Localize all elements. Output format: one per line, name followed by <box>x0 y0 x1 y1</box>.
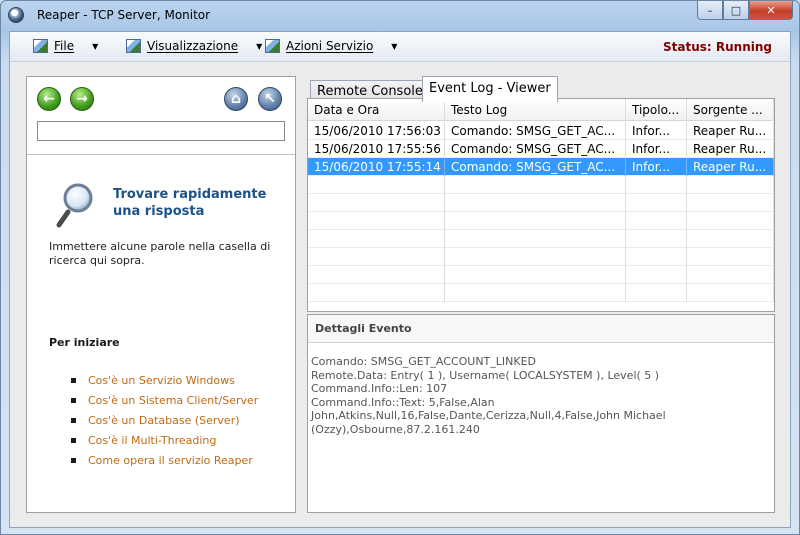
cell-type: Infor... <box>626 140 687 158</box>
up-arrow-icon[interactable]: ↖ <box>258 87 282 111</box>
cell-text: Comando: SMSG_GET_AC... <box>445 158 626 176</box>
cell-source: Reaper Ru... <box>687 158 774 176</box>
empty-row <box>308 176 774 194</box>
table-row[interactable]: 15/06/2010 17:55:56 Comando: SMSG_GET_AC… <box>308 140 774 158</box>
home-icon[interactable]: ⌂ <box>224 87 248 111</box>
minimize-button[interactable]: – <box>697 1 723 20</box>
table-header: Data e Ora Testo Log Tipolo... Sorgente … <box>308 99 774 121</box>
help-toolbar: ← → ⌂ ↖ <box>27 77 295 155</box>
cell-type: Infor... <box>626 122 687 140</box>
picture-icon <box>33 39 48 53</box>
event-details-title: Dettagli Evento <box>308 315 774 343</box>
event-log-table: Data e Ora Testo Log Tipolo... Sorgente … <box>307 98 775 312</box>
cell-date: 15/06/2010 17:56:03 <box>308 122 445 140</box>
cell-text: Comando: SMSG_GET_AC... <box>445 122 626 140</box>
picture-icon <box>265 39 280 53</box>
cell-date: 15/06/2010 17:55:56 <box>308 140 445 158</box>
menu-azioni-servizio[interactable]: Azioni Servizio ▼ <box>265 39 397 53</box>
menu-file[interactable]: File ▼ <box>33 39 98 53</box>
window-controls: – □ ✕ <box>697 1 793 21</box>
help-link-reaper[interactable]: Come opera il servizio Reaper <box>67 450 258 470</box>
details-line: Remote.Data: Entry( 1 ), Username( LOCAL… <box>311 368 660 382</box>
title-bar[interactable]: Reaper - TCP Server, Monitor – □ ✕ <box>1 1 799 29</box>
cell-text: Comando: SMSG_GET_AC... <box>445 140 626 158</box>
cell-type: Infor... <box>626 158 687 176</box>
picture-icon <box>126 39 141 53</box>
details-line: Command.Info::Text: 5,False,Alan <box>311 395 495 409</box>
details-line: (Ozzy),Osbourne,87.2.161.240 <box>311 422 480 436</box>
empty-row <box>308 284 774 302</box>
menu-visualizzazione-label: Visualizzazione <box>147 39 239 53</box>
help-links-list: Cos'è un Servizio Windows Cos'è un Siste… <box>67 370 258 470</box>
chevron-down-icon[interactable]: ▼ <box>391 42 397 51</box>
column-header-type[interactable]: Tipolo... <box>626 99 687 121</box>
cell-date: 15/06/2010 17:55:14 <box>308 158 445 176</box>
table-row[interactable]: 15/06/2010 17:56:03 Comando: SMSG_GET_AC… <box>308 122 774 140</box>
event-details-panel: Dettagli Evento Comando: SMSG_GET_ACCOUN… <box>307 314 775 513</box>
help-description: Immettere alcune parole nella casella di… <box>49 240 271 267</box>
window-title: Reaper - TCP Server, Monitor <box>37 8 211 22</box>
empty-row <box>308 230 774 248</box>
chevron-down-icon[interactable]: ▼ <box>92 42 98 51</box>
cell-source: Reaper Ru... <box>687 140 774 158</box>
menu-visualizzazione[interactable]: Visualizzazione ▼ <box>126 39 262 53</box>
column-header-source[interactable]: Sorgente ... <box>687 99 774 121</box>
client-area: File ▼ Visualizzazione ▼ Azioni Servizio… <box>9 31 791 528</box>
help-link-multi-threading[interactable]: Cos'è il Multi-Threading <box>67 430 258 450</box>
menu-bar: File ▼ Visualizzazione ▼ Azioni Servizio… <box>10 32 790 62</box>
empty-row <box>308 266 774 284</box>
column-header-text[interactable]: Testo Log <box>445 99 626 121</box>
forward-arrow-icon[interactable]: → <box>70 87 94 111</box>
details-line: John,Atkins,Null,16,False,Dante,Cerizza,… <box>311 409 666 422</box>
close-button[interactable]: ✕ <box>749 1 793 20</box>
empty-row <box>308 194 774 212</box>
back-arrow-icon[interactable]: ← <box>37 87 61 111</box>
chevron-down-icon[interactable]: ▼ <box>256 42 262 51</box>
event-details-text[interactable]: Comando: SMSG_GET_ACCOUNT_LINKED Remote.… <box>311 355 771 436</box>
app-icon[interactable] <box>8 7 24 23</box>
magnifier-icon <box>56 183 93 228</box>
menu-azioni-servizio-label: Azioni Servizio <box>286 39 374 53</box>
help-link-client-server[interactable]: Cos'è un Sistema Client/Server <box>67 390 258 410</box>
details-line: Comando: SMSG_GET_ACCOUNT_LINKED <box>311 355 537 368</box>
status-label: Status: Running <box>663 40 772 54</box>
tab-event-log-viewer[interactable]: Event Log - Viewer <box>422 76 558 102</box>
app-window: Reaper - TCP Server, Monitor – □ ✕ File … <box>0 0 800 535</box>
help-link-database[interactable]: Cos'è un Database (Server) <box>67 410 258 430</box>
cell-source: Reaper Ru... <box>687 122 774 140</box>
maximize-button[interactable]: □ <box>723 1 749 20</box>
table-row-selected[interactable]: 15/06/2010 17:55:14 Comando: SMSG_GET_AC… <box>308 158 774 176</box>
help-title: Trovare rapidamente una risposta <box>113 187 267 219</box>
empty-row <box>308 248 774 266</box>
help-panel: ← → ⌂ ↖ Trovare rapidamente una risposta… <box>26 76 296 513</box>
details-line: Command.Info::Len: 107 <box>311 382 448 395</box>
help-start-heading: Per iniziare <box>49 336 120 349</box>
help-content: Trovare rapidamente una risposta Immette… <box>27 156 295 512</box>
empty-row <box>308 212 774 230</box>
menu-file-label: File <box>54 39 75 53</box>
help-link-servizio-windows[interactable]: Cos'è un Servizio Windows <box>67 370 258 390</box>
help-search-input[interactable] <box>37 121 285 141</box>
column-header-date[interactable]: Data e Ora <box>308 99 445 121</box>
